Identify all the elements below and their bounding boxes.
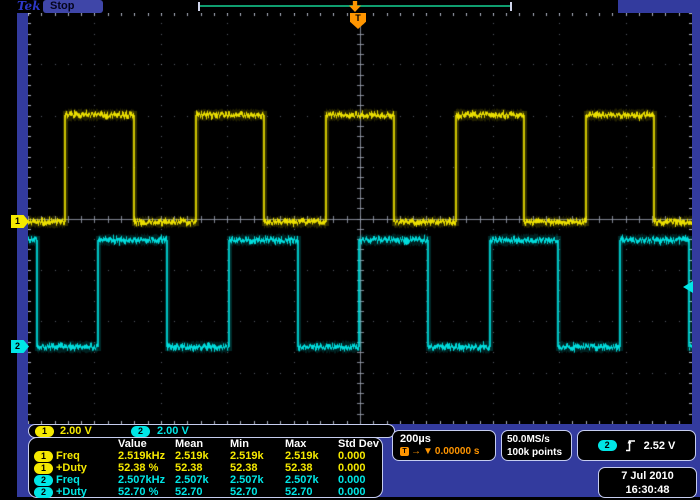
arrow-icon: → <box>411 446 421 457</box>
col-value: Value <box>118 438 175 450</box>
meas-mean: 2.507k <box>175 474 230 486</box>
meas-stddev: 0.000 <box>338 462 382 474</box>
ch2-badge: 2 <box>34 475 53 486</box>
measurement-header-row: Value Mean Min Max Std Dev <box>29 438 382 450</box>
trigger-readout: 2 2.52 V <box>577 430 696 461</box>
meas-max: 52.70 <box>285 486 338 498</box>
table-row: 1 +Duty 52.38 % 52.38 52.38 52.38 0.000 <box>29 462 382 474</box>
table-row: 2 +Duty 52.70 % 52.70 52.70 52.70 0.000 <box>29 486 382 498</box>
record-view-bar <box>103 1 618 12</box>
ch1-scale: 2.00 V <box>60 425 92 437</box>
trigger-delay-value: 0.00000 s <box>435 446 480 457</box>
ch2-badge: 2 <box>34 487 53 498</box>
ch2-badge: 2 <box>131 426 150 437</box>
measurement-table: Value Mean Min Max Std Dev 1 Freq 2.519k… <box>28 437 383 498</box>
channel-scale-bar: 1 2.00 V 2 2.00 V <box>28 424 395 438</box>
trigger-level-value: 2.52 V <box>644 440 676 452</box>
meas-name: Freq <box>56 474 118 486</box>
expansion-point-icon: ▼ <box>423 446 433 457</box>
time-label: 16:30:48 <box>599 483 696 497</box>
col-stddev: Std Dev <box>338 438 382 450</box>
meas-name: Freq <box>56 450 118 462</box>
date-label: 7 Jul 2010 <box>599 469 696 483</box>
meas-value: 52.70 % <box>118 486 175 498</box>
meas-min: 52.70 <box>230 486 285 498</box>
meas-value: 2.507kHz <box>118 474 175 486</box>
meas-stddev: 0.000 <box>338 450 382 462</box>
table-row: 1 Freq 2.519kHz 2.519k 2.519k 2.519k 0.0… <box>29 450 382 462</box>
trigger-delay-icon: T <box>400 447 409 456</box>
trigger-source-badge: 2 <box>598 440 617 451</box>
rising-edge-icon <box>625 439 636 452</box>
meas-value: 2.519kHz <box>118 450 175 462</box>
tek-logo: Tek <box>17 0 41 13</box>
meas-min: 2.507k <box>230 474 285 486</box>
meas-min: 2.519k <box>230 450 285 462</box>
meas-stddev: 0.000 <box>338 474 382 486</box>
col-max: Max <box>285 438 338 450</box>
sample-rate: 50.0MS/s <box>507 433 571 446</box>
meas-name: +Duty <box>56 462 118 474</box>
ch1-badge: 1 <box>34 451 53 462</box>
col-mean: Mean <box>175 438 230 450</box>
meas-max: 2.519k <box>285 450 338 462</box>
meas-value: 52.38 % <box>118 462 175 474</box>
record-trigger-position-icon <box>349 1 361 12</box>
meas-min: 52.38 <box>230 462 285 474</box>
datetime-readout: 7 Jul 2010 16:30:48 <box>598 467 697 498</box>
timebase-readout: 200µs T→▼ 0.00000 s <box>392 430 496 461</box>
waveform-display <box>28 13 692 424</box>
oscilloscope-screen: Tek Stop 1 2 T 1 2.00 V 2 2.00 V Value M… <box>0 0 700 500</box>
meas-name: +Duty <box>56 486 118 498</box>
record-view-right-bracket <box>510 2 512 11</box>
trigger-delay-readout: T→▼ 0.00000 s <box>400 446 495 457</box>
record-length: 100k points <box>507 446 571 459</box>
ch2-scale: 2.00 V <box>157 425 189 437</box>
meas-max: 2.507k <box>285 474 338 486</box>
table-row: 2 Freq 2.507kHz 2.507k 2.507k 2.507k 0.0… <box>29 474 382 486</box>
ch1-badge: 1 <box>35 426 54 437</box>
timebase-scale: 200µs <box>400 433 495 445</box>
meas-stddev: 0.000 <box>338 486 382 498</box>
acquisition-readout: 50.0MS/s 100k points <box>501 430 572 461</box>
meas-mean: 2.519k <box>175 450 230 462</box>
acquisition-status: Stop <box>43 0 103 13</box>
meas-mean: 52.38 <box>175 462 230 474</box>
col-min: Min <box>230 438 285 450</box>
ch1-badge: 1 <box>34 463 53 474</box>
meas-max: 52.38 <box>285 462 338 474</box>
meas-mean: 52.70 <box>175 486 230 498</box>
record-view-left-bracket <box>198 2 200 11</box>
